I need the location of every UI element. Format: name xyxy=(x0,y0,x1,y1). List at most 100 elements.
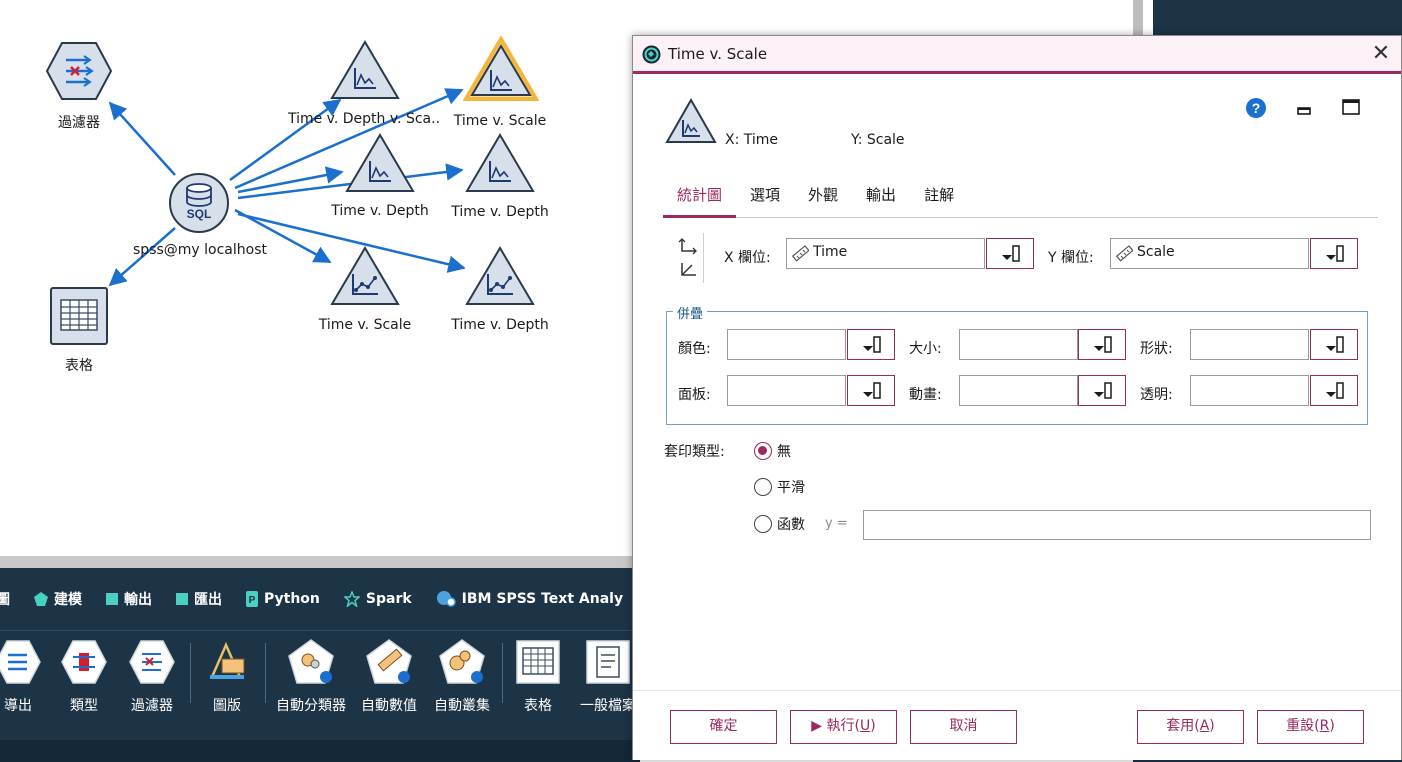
field-picker-icon xyxy=(1094,336,1112,353)
table-node-icon[interactable] xyxy=(50,287,108,345)
palette-node-type-label: 類型 xyxy=(70,698,98,714)
tab-appearance[interactable]: 外觀 xyxy=(794,176,852,217)
palette-node-auto-cluster[interactable]: 自動叢集 xyxy=(427,639,497,715)
plot-node-icon[interactable] xyxy=(330,40,400,100)
tab-options[interactable]: 選項 xyxy=(736,176,794,217)
plot-node-icon[interactable] xyxy=(345,133,415,193)
palette-tab-graphs[interactable]: 圖 xyxy=(0,589,10,609)
maximize-icon[interactable] xyxy=(1341,97,1361,117)
palette-tab-modeling[interactable]: 建模 xyxy=(34,589,82,609)
plot-node-label-1: Time v. Depth v. Sca.. xyxy=(287,111,441,127)
overlay-group-legend: 併疊 xyxy=(673,303,708,322)
palette-node-flat-file[interactable]: 一般檔案 xyxy=(573,639,640,715)
background-window-panel xyxy=(1153,0,1402,40)
palette-node-graphboard[interactable]: 圖版 xyxy=(192,639,262,715)
plot-node-icon[interactable] xyxy=(465,133,535,193)
palette-tab-output[interactable]: 輸出 xyxy=(106,589,152,609)
color-field-picker-button[interactable] xyxy=(847,329,895,360)
y-axis-summary: Y: Scale xyxy=(851,132,905,148)
palette-node-table-label: 表格 xyxy=(524,698,552,714)
apply-button[interactable]: 套用(A) xyxy=(1137,710,1244,744)
field-picker-icon xyxy=(1326,336,1344,353)
shape-field-label: 形狀: xyxy=(1140,341,1173,357)
run-button-shortcut: U xyxy=(859,718,871,734)
field-picker-icon xyxy=(1094,382,1112,399)
reset-button[interactable]: 重設(R) xyxy=(1257,710,1364,744)
palette-node-filter[interactable]: 過濾器 xyxy=(117,639,187,715)
palette-node-auto-cluster-label: 自動叢集 xyxy=(434,698,490,714)
transparency-field-input[interactable] xyxy=(1190,375,1309,406)
palette-node-auto-classifier[interactable]: 自動分類器 xyxy=(276,639,346,715)
panel-field-input[interactable] xyxy=(727,375,846,406)
y-field-label: Y 欄位: xyxy=(1048,250,1094,266)
continuous-field-icon xyxy=(1115,245,1133,262)
size-field-picker-button[interactable] xyxy=(1078,329,1126,360)
palette-tab-text-analytics[interactable]: IBM SPSS Text Analy xyxy=(436,590,623,608)
panel-field-picker-button[interactable] xyxy=(847,375,895,406)
transparency-field-picker-button[interactable] xyxy=(1310,375,1358,406)
overlay-smooth-label: 平滑 xyxy=(777,480,805,496)
overlay-smooth-radio[interactable] xyxy=(754,478,772,496)
ok-button[interactable]: 確定 xyxy=(670,710,777,744)
dialog-title: Time v. Scale xyxy=(668,45,768,63)
x-field-label: X 欄位: xyxy=(724,250,771,266)
y-field-picker-button[interactable] xyxy=(1310,238,1358,269)
y-field-input[interactable]: Scale xyxy=(1110,238,1309,269)
shape-field-picker-button[interactable] xyxy=(1310,329,1358,360)
x-field-value: Time xyxy=(813,244,848,260)
tab-annotations[interactable]: 註解 xyxy=(910,176,968,217)
run-button-label: 執行( xyxy=(826,718,860,734)
svg-text:P: P xyxy=(249,595,256,606)
palette-node-strip: 導出 類型 過濾器 圖版 自動分類器 自動數值 自動叢集 表格 一般檔案 xyxy=(0,630,640,740)
apply-button-shortcut: A xyxy=(1199,718,1210,734)
swap-axes-icon[interactable] xyxy=(670,233,704,283)
palette-tab-export[interactable]: 匯出 xyxy=(176,589,222,609)
scatter-node-icon[interactable] xyxy=(330,246,400,306)
cancel-button[interactable]: 取消 xyxy=(910,710,1017,744)
color-field-label: 顏色: xyxy=(678,341,711,357)
plot-node-label-6: Time v. Depth xyxy=(451,317,549,333)
y-field-value: Scale xyxy=(1137,244,1175,260)
palette-tab-spark-label: Spark xyxy=(365,591,412,607)
x-field-input[interactable]: Time xyxy=(786,238,985,269)
size-field-input[interactable] xyxy=(959,329,1078,360)
function-input[interactable] xyxy=(863,510,1371,540)
dialog-tabs: 統計圖 選項 外觀 輸出 註解 xyxy=(663,176,1378,218)
palette-node-auto-numeric[interactable]: 自動數值 xyxy=(354,639,424,715)
x-axis-summary: X: Time xyxy=(725,132,779,148)
field-picker-icon xyxy=(863,382,881,399)
help-icon[interactable]: ? xyxy=(1245,97,1267,119)
tab-plot[interactable]: 統計圖 xyxy=(663,176,737,218)
palette-node-table[interactable]: 表格 xyxy=(503,639,573,715)
dialog-titlebar[interactable]: Time v. Scale ✕ xyxy=(633,36,1401,74)
overlay-none-radio[interactable] xyxy=(754,442,772,460)
plot-node-selected-icon[interactable] xyxy=(463,36,539,102)
shape-field-input[interactable] xyxy=(1190,329,1309,360)
x-field-picker-button[interactable] xyxy=(986,238,1034,269)
palette-tab-spark[interactable]: Spark xyxy=(343,591,412,607)
size-field-label: 大小: xyxy=(909,341,942,357)
background-window-edge xyxy=(1133,0,1143,40)
color-field-input[interactable] xyxy=(727,329,846,360)
animation-field-picker-button[interactable] xyxy=(1078,375,1126,406)
canvas-splitter[interactable] xyxy=(0,556,640,568)
sql-source-node-icon[interactable]: SQL xyxy=(168,172,230,234)
palette-tab-modeling-label: 建模 xyxy=(54,592,82,608)
animation-field-input[interactable] xyxy=(959,375,1078,406)
close-button[interactable]: ✕ xyxy=(1369,42,1393,66)
palette-tab-python[interactable]: P Python xyxy=(246,591,320,607)
tab-output[interactable]: 輸出 xyxy=(852,176,910,217)
overlay-function-radio[interactable] xyxy=(754,515,772,533)
minimize-icon[interactable] xyxy=(1295,99,1313,117)
scatter-node-icon[interactable] xyxy=(465,246,535,306)
overlay-type-label: 套印類型: xyxy=(664,444,725,460)
filter-node-icon[interactable] xyxy=(46,42,112,100)
palette-node-derive[interactable]: 導出 xyxy=(0,639,53,715)
run-button[interactable]: ▶ 執行(U) xyxy=(790,710,897,744)
reset-button-shortcut: R xyxy=(1319,718,1330,734)
apply-button-paren: ) xyxy=(1209,718,1215,734)
reset-button-paren: ) xyxy=(1329,718,1335,734)
link-to-filter xyxy=(108,101,176,176)
palette-node-type[interactable]: 類型 xyxy=(49,639,119,715)
field-picker-icon xyxy=(1326,245,1344,262)
